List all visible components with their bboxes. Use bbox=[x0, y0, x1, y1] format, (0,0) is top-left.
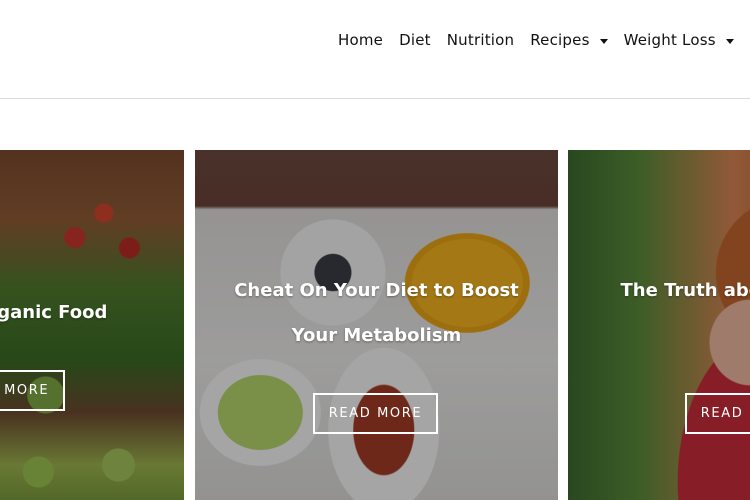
nav-item-label: Diet bbox=[399, 31, 431, 49]
post-card[interactable]: Buying Organic Food READ MORE bbox=[0, 150, 184, 500]
post-slider: Buying Organic Food READ MORE Cheat On Y… bbox=[0, 150, 750, 500]
caret-down-icon bbox=[725, 38, 734, 44]
post-card[interactable]: The Truth about Diet Pills READ MORE bbox=[568, 150, 750, 500]
caret-down-icon bbox=[599, 38, 608, 44]
main-nav: Home Diet Nutrition Recipes Weight Loss bbox=[338, 30, 750, 50]
read-more-button[interactable]: READ MORE bbox=[313, 393, 438, 434]
nav-item-label: Nutrition bbox=[446, 31, 515, 49]
read-more-button[interactable]: READ MORE bbox=[685, 393, 750, 434]
nav-item-home[interactable]: Home bbox=[338, 31, 383, 49]
post-title[interactable]: Buying Organic Food bbox=[0, 290, 184, 335]
read-more-button[interactable]: READ MORE bbox=[0, 370, 65, 411]
post-card[interactable]: Cheat On Your Diet to Boost Your Metabol… bbox=[195, 150, 558, 500]
nav-item-weight-loss[interactable]: Weight Loss bbox=[624, 31, 734, 49]
site-header: Home Diet Nutrition Recipes Weight Loss bbox=[0, 0, 750, 99]
nav-item-label: Weight Loss bbox=[623, 31, 716, 49]
nav-item-nutrition[interactable]: Nutrition bbox=[447, 31, 514, 49]
nav-item-label: Home bbox=[338, 31, 384, 49]
nav-item-recipes[interactable]: Recipes bbox=[530, 31, 608, 49]
image-overlay bbox=[568, 150, 750, 500]
nav-item-label: Recipes bbox=[530, 31, 590, 49]
nav-item-diet[interactable]: Diet bbox=[399, 31, 431, 49]
post-title[interactable]: The Truth about Diet Pills bbox=[568, 268, 750, 313]
post-title[interactable]: Cheat On Your Diet to Boost Your Metabol… bbox=[195, 268, 558, 358]
